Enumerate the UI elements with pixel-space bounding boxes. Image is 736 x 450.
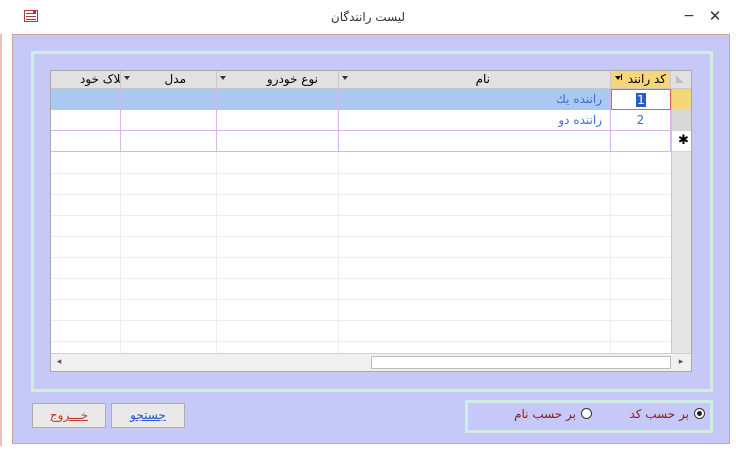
cell-code[interactable]: 2: [611, 110, 671, 131]
dropdown-arrow-icon[interactable]: [342, 76, 348, 80]
cell-code[interactable]: [611, 131, 671, 152]
cell-model[interactable]: [121, 131, 217, 152]
scroll-left-icon[interactable]: ◂: [53, 356, 65, 369]
column-header-plate[interactable]: پلاک خود: [51, 71, 121, 89]
left-window-edge: [0, 34, 2, 446]
window-title: لیست رانندگان: [330, 10, 406, 24]
scroll-right-icon[interactable]: ▸: [675, 356, 687, 369]
cell-plate[interactable]: [51, 110, 121, 131]
column-header-code[interactable]: كد رانند: [611, 71, 671, 89]
radio-unselected-icon[interactable]: [581, 408, 592, 419]
cell-model[interactable]: [121, 110, 217, 131]
cell-name[interactable]: راننده یك: [339, 89, 611, 110]
scrollbar-track[interactable]: [67, 356, 369, 369]
close-button[interactable]: ✕: [707, 8, 723, 24]
grid-line: [51, 257, 671, 258]
dropdown-arrow-icon[interactable]: [220, 76, 226, 80]
column-header-vehicle-type[interactable]: نوع خودرو: [217, 71, 339, 89]
minimize-button[interactable]: −: [681, 8, 697, 24]
grid-line: [51, 194, 671, 195]
search-button[interactable]: جستجو: [111, 403, 185, 428]
column-header-model[interactable]: مدل: [121, 71, 217, 89]
sort-filter-icon[interactable]: [615, 74, 622, 80]
grid-line: [51, 215, 671, 216]
record-selector[interactable]: [671, 110, 691, 131]
grid-line: [51, 278, 671, 279]
sort-by-code-option[interactable]: بر حسب كد: [605, 407, 705, 423]
new-record-row[interactable]: [51, 131, 671, 152]
grid-line: [51, 173, 671, 174]
cell-name[interactable]: راننده دو: [339, 110, 611, 131]
table-row[interactable]: 1 راننده یك: [51, 89, 671, 110]
new-record-icon: ✱: [678, 133, 689, 148]
cell-plate[interactable]: [51, 89, 121, 110]
table-row[interactable]: 2 راننده دو: [51, 110, 671, 131]
record-selector-new[interactable]: ✱: [671, 131, 691, 152]
cell-vehicle-type[interactable]: [217, 89, 339, 110]
grid-line: [51, 341, 671, 342]
record-selector-current[interactable]: [671, 89, 691, 110]
horizontal-scrollbar[interactable]: ◂ ▸: [51, 353, 691, 371]
cell-plate[interactable]: [51, 131, 121, 152]
dropdown-arrow-icon[interactable]: [124, 76, 130, 80]
cell-code[interactable]: 1: [611, 89, 671, 110]
cell-vehicle-type[interactable]: [217, 131, 339, 152]
sort-by-name-option[interactable]: بر حسب نام: [480, 407, 592, 423]
cell-vehicle-type[interactable]: [217, 110, 339, 131]
column-header-name[interactable]: نام: [339, 71, 611, 89]
select-all-corner[interactable]: [671, 71, 691, 89]
drivers-datasheet[interactable]: كد رانند نام نوع خودرو مدل پلاک خود 1 را…: [50, 70, 692, 372]
cell-name[interactable]: [339, 131, 611, 152]
title-bar: لیست رانندگان − ✕: [0, 0, 736, 34]
grid-line: [51, 236, 671, 237]
grid-line: [51, 299, 671, 300]
exit-button[interactable]: خـــروج: [32, 403, 106, 428]
cell-model[interactable]: [121, 89, 217, 110]
grid-line: [51, 320, 671, 321]
scrollbar-thumb[interactable]: [371, 356, 671, 369]
radio-selected-icon[interactable]: [694, 408, 705, 419]
